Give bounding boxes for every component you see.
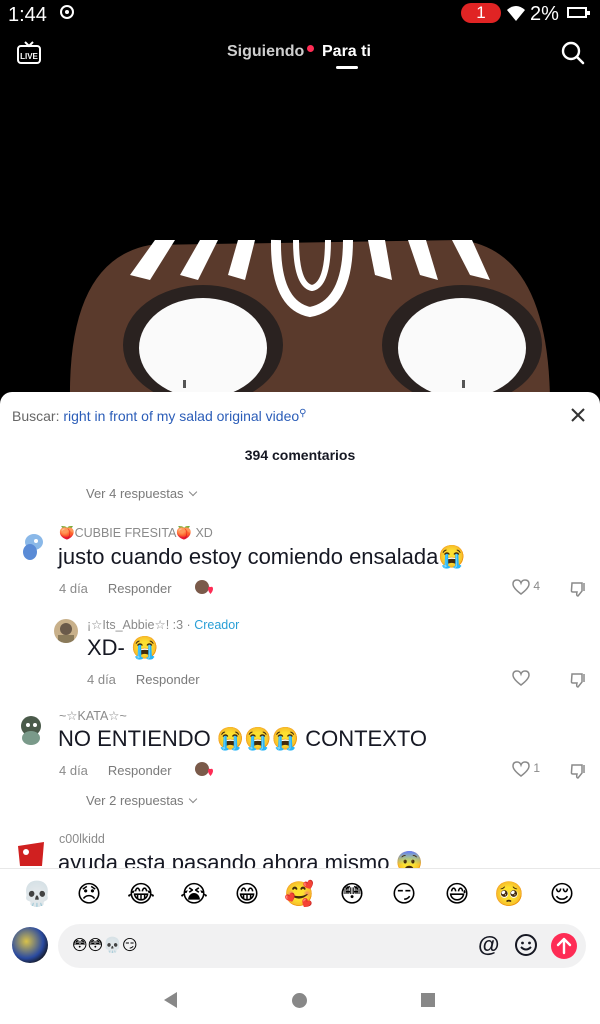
comment-age: 4 día [59, 581, 88, 596]
emoji-option[interactable]: 😏 [389, 879, 419, 909]
avatar[interactable] [14, 712, 48, 746]
comment-meta: 4 día Responder [59, 581, 172, 596]
send-icon[interactable] [551, 933, 577, 959]
comment-input[interactable]: 😳😳💀😏 @ [58, 924, 586, 968]
comment-username[interactable]: 🍑CUBBIE FRESITA🍑 XD [59, 526, 213, 541]
comment-text: justo cuando estoy comiendo ensalada😭 [58, 544, 466, 569]
comment-age: 4 día [87, 672, 116, 687]
comment-username[interactable]: c00lkidd [59, 832, 105, 846]
status-bar: 1:44 1 2% [0, 0, 600, 30]
comment-age: 4 día [59, 763, 88, 778]
recents-icon[interactable] [421, 993, 435, 1007]
emoji-option[interactable]: 🥺 [494, 879, 524, 909]
emoji-option[interactable]: 😳 [337, 879, 367, 909]
reply-button[interactable]: Responder [108, 763, 172, 778]
battery-percent: 2% [530, 3, 559, 25]
home-icon[interactable] [292, 993, 307, 1008]
emoji-option[interactable]: 💀 [22, 879, 52, 909]
creator-liked-icon [195, 580, 213, 594]
emoji-option[interactable]: 😁 [232, 879, 262, 909]
emoji-option[interactable]: 😞 [74, 879, 104, 909]
comment-username[interactable]: ~☆KATA☆~ [59, 708, 127, 723]
comment-username[interactable]: ¡☆Its_Abbie☆! :3 · Creador [87, 617, 239, 632]
emoji-option[interactable]: 😌 [547, 879, 577, 909]
following-new-dot [307, 45, 314, 52]
creator-liked-icon [195, 762, 213, 776]
search-query[interactable]: right in front of my salad original vide… [63, 408, 299, 424]
search-small-icon: ⚲ [299, 408, 307, 419]
comment-meta: 4 día Responder [59, 763, 172, 778]
live-icon[interactable]: LIVE [16, 40, 42, 66]
reply-button[interactable]: Responder [108, 581, 172, 596]
emoji-option[interactable]: 😂 [126, 879, 156, 909]
heart-icon [512, 761, 530, 777]
dislike-icon[interactable] [570, 671, 588, 689]
chevron-down-icon [188, 487, 197, 497]
notification-badge: 1 [461, 3, 501, 23]
username-text: ¡☆Its_Abbie☆! :3 · [87, 618, 191, 632]
creator-badge: Creador [194, 618, 240, 632]
avatar[interactable] [54, 619, 78, 643]
battery-icon [567, 7, 590, 18]
heart-icon [512, 579, 530, 595]
comment-text: XD- 😭 [87, 635, 159, 660]
avatar[interactable] [14, 530, 48, 564]
wifi-icon [507, 6, 525, 21]
view-replies-label: Ver 2 respuestas [86, 793, 184, 808]
live-label: LIVE [20, 52, 38, 61]
emoji-option[interactable]: 🥰 [284, 879, 314, 909]
like-button[interactable] [512, 670, 530, 686]
search-icon[interactable] [560, 40, 586, 66]
top-nav: LIVE Siguiendo Para ti [0, 36, 600, 76]
like-button[interactable]: 4 [512, 579, 540, 595]
related-search[interactable]: Buscar: right in front of my salad origi… [12, 408, 306, 424]
my-avatar [12, 927, 48, 963]
video-frame[interactable] [0, 90, 600, 400]
view-replies-button[interactable]: Ver 4 respuestas [86, 486, 197, 501]
view-replies-button[interactable]: Ver 2 respuestas [86, 793, 197, 808]
search-label: Buscar: [12, 408, 60, 424]
dislike-icon[interactable] [570, 580, 588, 598]
screen-record-icon [60, 5, 74, 19]
chevron-down-icon [188, 794, 197, 804]
tab-for-you[interactable]: Para ti [322, 43, 371, 61]
comment-item: c00lkidd ayuda esta pasando ahora mismo … [0, 822, 600, 868]
back-icon[interactable] [164, 992, 177, 1008]
comment-text: NO ENTIENDO 😭😭😭 CONTEXTO [58, 726, 428, 751]
comment-meta: 4 día Responder [87, 672, 200, 687]
comment-input-value: 😳😳💀😏 [72, 936, 138, 954]
emoji-quick-bar: 💀 😞 😂 😭 😁 🥰 😳 😏 😅 🥺 😌 [0, 868, 600, 922]
comment-input-row: 😳😳💀😏 @ [0, 922, 600, 978]
active-tab-indicator [336, 66, 358, 69]
view-replies-label: Ver 4 respuestas [86, 486, 184, 501]
reply-button[interactable]: Responder [136, 672, 200, 687]
like-button[interactable]: 1 [512, 761, 540, 777]
mention-button[interactable]: @ [478, 932, 499, 958]
status-time: 1:44 [8, 4, 47, 26]
avatar[interactable] [14, 836, 48, 868]
tab-following[interactable]: Siguiendo [227, 43, 304, 61]
like-count: 1 [533, 761, 541, 776]
dislike-icon[interactable] [570, 762, 588, 780]
emoji-picker-icon[interactable] [514, 933, 538, 957]
heart-icon [512, 670, 530, 686]
close-icon[interactable] [569, 406, 587, 424]
like-count: 4 [533, 579, 541, 594]
comment-count: 394 comentarios [244, 447, 356, 463]
emoji-option[interactable]: 😭 [179, 879, 209, 909]
system-nav-bar [0, 978, 600, 1024]
emoji-option[interactable]: 😅 [442, 879, 472, 909]
comment-text: ayuda esta pasando ahora mismo 😨 [58, 850, 423, 868]
